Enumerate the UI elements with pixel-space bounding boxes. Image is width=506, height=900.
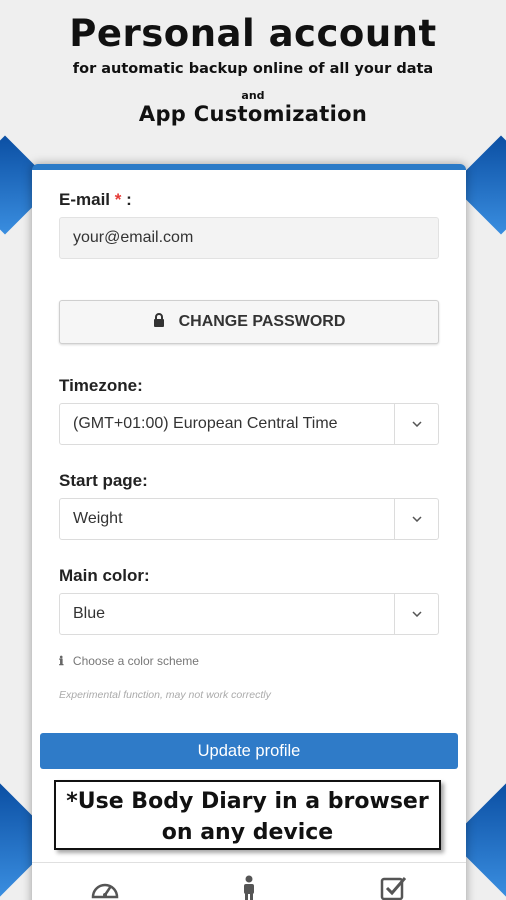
main-color-value: Blue (73, 605, 106, 622)
color-hint-text: Choose a color scheme (72, 654, 199, 668)
info-icon: ℹ (59, 654, 64, 668)
timezone-value: (GMT+01:00) European Central Time (73, 415, 338, 432)
browser-note-line2: on any device (161, 820, 334, 845)
timezone-label: Timezone: (59, 376, 143, 395)
promo-and: and (241, 89, 265, 102)
person-icon[interactable] (239, 875, 259, 900)
bottom-tab-bar (32, 862, 466, 900)
start-page-select[interactable]: Weight (59, 498, 439, 540)
main-color-select[interactable]: Blue (59, 593, 439, 635)
promo-header: Personal account for automatic backup on… (0, 0, 506, 126)
email-label-text: E-mail (59, 190, 111, 209)
chevron-down-icon[interactable] (394, 404, 438, 444)
browser-note: *Use Body Diary in a browser on any devi… (54, 780, 441, 850)
change-password-button[interactable]: CHANGE PASSWORD (59, 300, 439, 344)
change-password-label: CHANGE PASSWORD (178, 313, 346, 330)
chevron-down-icon[interactable] (394, 499, 438, 539)
browser-note-line1: *Use Body Diary in a browser (66, 789, 429, 814)
timezone-select[interactable]: (GMT+01:00) European Central Time (59, 403, 439, 445)
start-page-label: Start page: (59, 471, 148, 490)
update-profile-button[interactable]: Update profile (40, 733, 458, 769)
promo-title: Personal account (69, 12, 437, 55)
start-page-value: Weight (73, 510, 123, 527)
dashboard-icon[interactable] (90, 875, 120, 900)
email-label-colon: : (126, 190, 132, 209)
experimental-note: Experimental function, may not work corr… (59, 689, 271, 701)
chevron-down-icon[interactable] (394, 594, 438, 634)
promo-subtitle: for automatic backup online of all your … (72, 61, 434, 77)
email-field[interactable]: your@email.com (59, 217, 439, 259)
main-color-label: Main color: (59, 566, 150, 585)
promo-app-customization: App Customization (138, 102, 368, 126)
checkbox-icon[interactable] (380, 875, 408, 900)
color-hint: ℹ Choose a color scheme (59, 654, 199, 668)
required-mark: * (114, 190, 122, 209)
lock-icon (153, 312, 165, 332)
email-label: E-mail * : (59, 190, 132, 210)
